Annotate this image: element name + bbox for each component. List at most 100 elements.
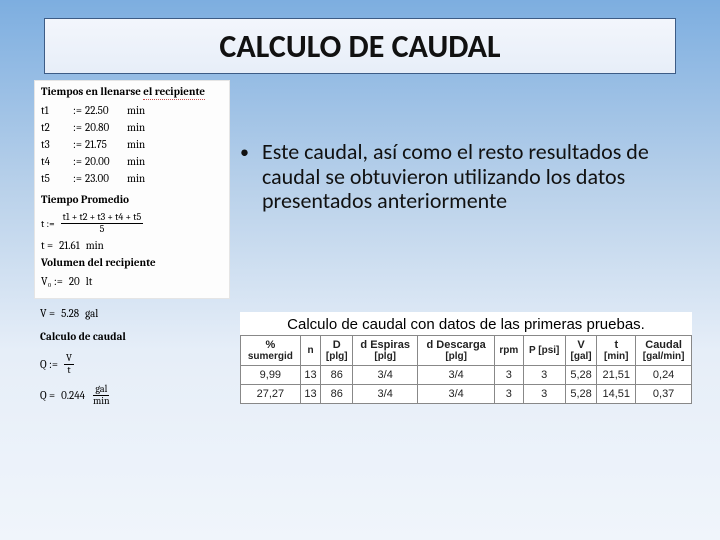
left-column: Tiempos en llenarse el recipiente t1 := 22… xyxy=(34,80,230,413)
th-sub: rpm xyxy=(497,345,521,356)
th-top: Caudal xyxy=(645,339,682,351)
times-heading-ul: el recipiente xyxy=(143,85,205,100)
bullet-dot-icon: • xyxy=(240,142,249,162)
th: d Espiras[plg] xyxy=(353,336,418,366)
t-val: 23.00 xyxy=(85,172,121,185)
vol-conv-val: 5.28 xyxy=(61,307,79,320)
t-unit: min xyxy=(127,138,145,151)
q-fraction: V t xyxy=(64,353,74,376)
th-sub: P [psi] xyxy=(526,345,563,356)
frac-bot: t xyxy=(65,365,72,376)
th-sub: [gal/min] xyxy=(638,351,689,362)
th-sub: [gal] xyxy=(568,351,595,362)
times-heading: Tiempos en llenarse el recipiente xyxy=(41,85,223,98)
t-val: 20.80 xyxy=(85,121,121,134)
td: 3 xyxy=(523,366,565,385)
assign: := xyxy=(73,121,79,134)
t-unit: min xyxy=(127,121,145,134)
td: 14,51 xyxy=(597,385,636,404)
q-res-unit: gal min xyxy=(91,384,111,407)
avg-res-val: 21.61 xyxy=(59,239,80,252)
vol-val: 20 xyxy=(69,275,80,288)
th-top: D xyxy=(333,339,341,351)
td: 21,51 xyxy=(597,366,636,385)
th: V[gal] xyxy=(565,336,597,366)
td: 3 xyxy=(495,385,524,404)
th-sub: [min] xyxy=(599,351,633,362)
time-row: t4 := 20.00 min xyxy=(41,155,223,168)
t-val: 22.50 xyxy=(85,104,121,117)
avg-res-lhs: t = xyxy=(41,239,53,252)
th-top: V xyxy=(577,339,584,351)
vol-row: V₀ := 20 lt xyxy=(41,275,223,288)
t-unit: min xyxy=(127,172,145,185)
td: 13 xyxy=(300,385,321,404)
td: 5,28 xyxy=(565,385,597,404)
avg-fraction: t1 + t2 + t3 + t4 + t5 5 xyxy=(61,212,144,235)
th: D[plg] xyxy=(321,336,353,366)
td: 3 xyxy=(495,366,524,385)
th-top: d Espiras xyxy=(360,339,410,351)
td: 5,28 xyxy=(565,366,597,385)
th: t[min] xyxy=(597,336,636,366)
td: 3/4 xyxy=(353,366,418,385)
th-sub: [plg] xyxy=(323,351,350,362)
td: 13 xyxy=(300,366,321,385)
time-row: t2 := 20.80 min xyxy=(41,121,223,134)
bullet-body: • Este caudal, así como el resto resulta… xyxy=(240,140,680,214)
avg-res-unit: min xyxy=(86,239,104,252)
th: P [psi] xyxy=(523,336,565,366)
time-row: t3:=21.75min xyxy=(41,138,223,151)
table-wrap: Calculo de caudal con datos de las prime… xyxy=(240,312,692,404)
q-heading: Calculo de caudal xyxy=(34,328,230,345)
t-label: t2 xyxy=(41,121,67,134)
avg-formula: t := t1 + t2 + t3 + t4 + t5 5 xyxy=(41,212,223,235)
t-unit: min xyxy=(127,155,145,168)
t-label: t4 xyxy=(41,155,67,168)
vol-conv-lhs: V = xyxy=(40,307,55,320)
frac-bot: 5 xyxy=(98,224,107,235)
avg-lhs: t := xyxy=(41,218,55,230)
times-block: Tiempos en llenarse el recipiente t1 := 22… xyxy=(34,80,230,299)
times-heading-pre: Tiempos en llenarse xyxy=(41,85,143,98)
td: 3/4 xyxy=(418,366,495,385)
unit-bot: min xyxy=(91,396,111,407)
table-title: Calculo de caudal con datos de las prime… xyxy=(240,312,692,335)
td: 86 xyxy=(321,385,353,404)
th-sub: sumergid xyxy=(243,351,298,362)
t-label: t1 xyxy=(41,104,67,117)
q-res-val: 0.244 xyxy=(61,389,85,402)
title-box: CALCULO DE CAUDAL xyxy=(44,18,676,74)
th: rpm xyxy=(495,336,524,366)
td: 27,27 xyxy=(241,385,301,404)
td: 86 xyxy=(321,366,353,385)
assign: := xyxy=(73,104,79,117)
bullet-text: Este caudal, así como el resto resultado… xyxy=(240,140,680,214)
data-table: %sumergid n D[plg] d Espiras[plg] d Desc… xyxy=(240,335,692,404)
assign: := xyxy=(73,138,79,151)
vol-unit: lt xyxy=(86,275,93,288)
t-unit: min xyxy=(127,104,145,117)
vol-conv-row: V = 5.28 gal xyxy=(34,303,230,324)
q-def: Q := V t xyxy=(34,351,230,378)
table-row: 9,99 13 86 3/4 3/4 3 3 5,28 21,51 0,24 xyxy=(241,366,692,385)
th: Caudal[gal/min] xyxy=(636,336,692,366)
t-val: 20.00 xyxy=(85,155,121,168)
time-row: t1 := 22.50 min xyxy=(41,104,223,117)
assign: := xyxy=(73,155,79,168)
th-top: t xyxy=(614,339,618,351)
avg-result: t = 21.61 min xyxy=(41,239,223,252)
th-top: d Descarga xyxy=(426,339,485,351)
td: 0,37 xyxy=(636,385,692,404)
td: 3 xyxy=(523,385,565,404)
td: 9,99 xyxy=(241,366,301,385)
table-header-row: %sumergid n D[plg] d Espiras[plg] d Desc… xyxy=(241,336,692,366)
vol-heading: Volumen del recipiente xyxy=(41,256,223,269)
page-title: CALCULO DE CAUDAL xyxy=(219,27,500,66)
th-sub: [plg] xyxy=(420,351,492,362)
td: 0,24 xyxy=(636,366,692,385)
td: 3/4 xyxy=(418,385,495,404)
th: %sumergid xyxy=(241,336,301,366)
table-row: 27,27 13 86 3/4 3/4 3 3 5,28 14,51 0,37 xyxy=(241,385,692,404)
th: n xyxy=(300,336,321,366)
